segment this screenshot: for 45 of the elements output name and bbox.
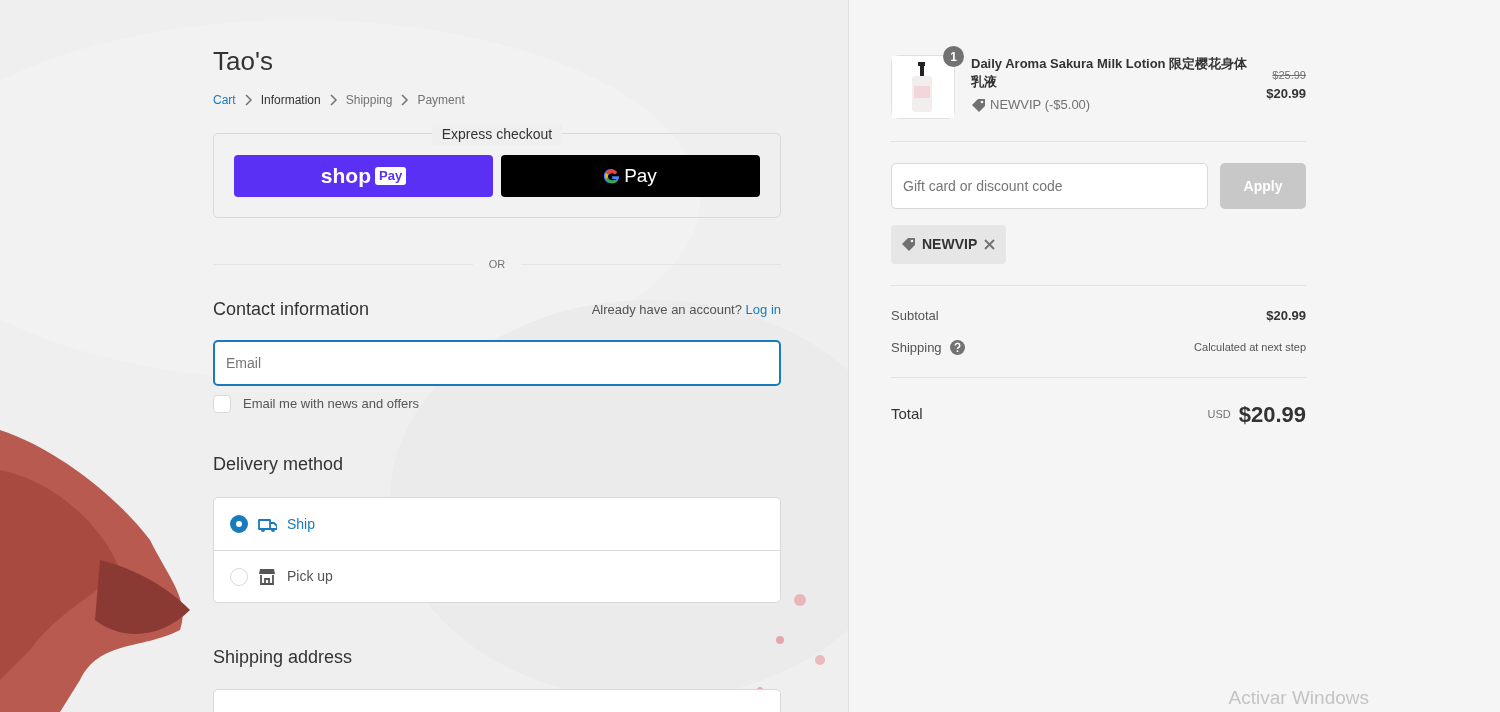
discount-label: NEWVIP (-$5.00) (990, 96, 1091, 115)
radio-button[interactable] (230, 515, 248, 534)
subtotal-value: $20.99 (1266, 307, 1306, 325)
tag-icon (901, 237, 916, 252)
delivery-option[interactable]: Ship (214, 498, 780, 551)
chevron-icon (328, 94, 338, 107)
breadcrumb-link[interactable]: Information (260, 91, 321, 110)
email-field[interactable]: Email (213, 340, 781, 387)
account-prompt: Already have an account? Log in (591, 300, 781, 319)
discount-code: NEWVIP (922, 235, 978, 254)
google-pay-button[interactable]: Pay (501, 155, 760, 198)
total-label: Total (891, 404, 923, 425)
chevron-icon (243, 94, 253, 107)
divider-label: OR (488, 257, 506, 273)
section-heading: Shipping address (213, 647, 354, 669)
google-g-icon (604, 168, 621, 185)
store-icon (258, 568, 277, 586)
total-value: $20.99 (1238, 401, 1306, 429)
login-link[interactable]: Log in (745, 301, 781, 317)
discount-code-field[interactable]: Gift card or discount code (891, 163, 1208, 209)
delivery-option[interactable]: Pick up (214, 550, 780, 603)
store-name: Tao's (213, 46, 274, 78)
checkbox-label: Email me with news and offers (243, 395, 420, 414)
breadcrumb-link[interactable]: Cart (213, 91, 236, 110)
section-heading: Contact information (213, 298, 370, 321)
breadcrumb-link[interactable]: Payment (417, 91, 465, 110)
breadcrumb-link[interactable]: Shipping (345, 91, 393, 110)
option-label: Ship (287, 514, 316, 534)
pay-badge: Pay (375, 167, 407, 186)
product-name: Daily Aroma Sakura Milk Lotion 限定樱花身体乳液 (971, 55, 1249, 92)
original-price: $25.99 (1271, 68, 1306, 83)
shipping-label: Shipping (891, 338, 942, 357)
option-label: Pick up (287, 567, 333, 587)
quantity-badge: 1 (943, 46, 964, 67)
chevron-icon (400, 94, 410, 107)
section-heading: Delivery method (213, 453, 345, 476)
shop-pay-button[interactable]: shop Pay (234, 155, 493, 198)
checkbox[interactable] (213, 395, 231, 414)
subtotal-label: Subtotal (891, 307, 939, 325)
tag-icon (971, 97, 986, 113)
help-icon (949, 339, 965, 355)
shipping-value: Calculated at next step (1194, 340, 1306, 355)
price: $20.99 (1266, 84, 1306, 103)
close-icon (983, 238, 997, 251)
currency-label: USD (1207, 407, 1231, 423)
